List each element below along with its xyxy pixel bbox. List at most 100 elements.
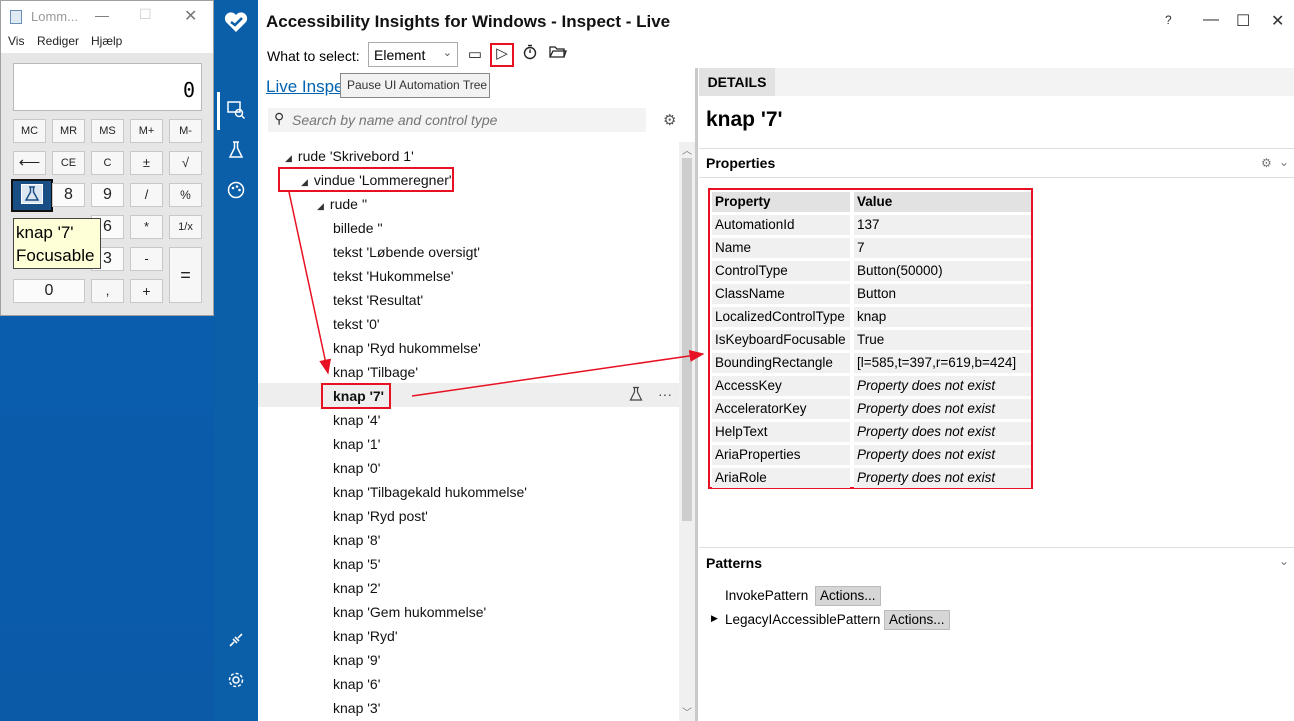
key-7-highlighted[interactable]	[11, 179, 53, 212]
tree-item[interactable]: knap '1'	[333, 432, 380, 456]
tree-expander-icon[interactable]: ◢	[285, 153, 292, 163]
key-multiply[interactable]: *	[130, 215, 163, 239]
key-mc[interactable]: MC	[13, 119, 46, 143]
key-equals[interactable]: =	[169, 247, 202, 303]
invoke-actions-button[interactable]: Actions...	[815, 586, 881, 606]
key-m-minus[interactable]: M-	[169, 119, 202, 143]
menu-rediger[interactable]: Rediger	[37, 34, 79, 48]
tree-item[interactable]: knap '9'	[333, 648, 380, 672]
key-mr[interactable]: MR	[52, 119, 85, 143]
key-reciprocal[interactable]: 1/x	[169, 215, 202, 239]
row-more-icon[interactable]: ···	[658, 386, 672, 402]
property-row[interactable]: ClassName Button	[712, 283, 1031, 304]
tree-item[interactable]: knap 'Tilbagekald hukommelse'	[333, 480, 527, 504]
tree-scrollbar[interactable]: ︿ ﹀	[679, 142, 695, 721]
chevron-down-icon[interactable]: ⌄	[1279, 155, 1289, 169]
property-row[interactable]: AutomationId 137	[712, 214, 1031, 235]
property-row[interactable]: BoundingRectangle [l=585,t=397,r=619,b=42…	[712, 352, 1031, 373]
tree-item[interactable]: billede ''	[333, 216, 383, 240]
expand-arrow-icon[interactable]: ▶	[711, 613, 718, 624]
open-folder-icon[interactable]	[547, 44, 569, 66]
property-row[interactable]: AcceleratorKey Property does not exist	[712, 398, 1031, 419]
tree-item[interactable]: knap '2'	[333, 576, 380, 600]
maximize-icon[interactable]: ☐	[139, 6, 152, 23]
close-icon[interactable]: ✕	[1271, 11, 1284, 31]
settings-gear-icon[interactable]	[214, 670, 258, 695]
tree-expander-icon[interactable]: ◢	[317, 201, 324, 211]
key-ms[interactable]: MS	[91, 119, 124, 143]
tree-item[interactable]: knap 'Ryd'	[333, 624, 398, 648]
minimize-icon[interactable]: —	[1203, 11, 1219, 29]
patterns-section-header[interactable]: Patterns ⌄	[699, 547, 1294, 577]
key-0[interactable]: 0	[13, 279, 85, 303]
tree-settings-gear-icon[interactable]: ⚙	[663, 111, 676, 129]
tree-item[interactable]: knap 'Gem hukommelse'	[333, 600, 486, 624]
tree-item[interactable]: ◢ rude 'Skrivebord 1'	[285, 144, 414, 168]
select-mode-dropdown[interactable]: Element ⌄	[368, 42, 458, 67]
key-backspace[interactable]: ⟵	[13, 151, 46, 175]
property-row[interactable]: LocalizedControlType knap	[712, 306, 1031, 327]
properties-section-header[interactable]: Properties ⚙ ⌄	[699, 148, 1294, 178]
live-inspect-link[interactable]: Live Inspe	[266, 77, 344, 97]
property-row[interactable]: ControlType Button(50000)	[712, 260, 1031, 281]
tree-item[interactable]: knap '3'	[333, 696, 380, 720]
scroll-down-icon[interactable]: ﹀	[682, 704, 692, 719]
scroll-up-icon[interactable]: ︿	[682, 142, 692, 157]
tree-item[interactable]: tekst 'Hukommelse'	[333, 264, 454, 288]
connection-icon[interactable]	[214, 630, 258, 655]
key-sqrt[interactable]: √	[169, 151, 202, 175]
play-icon[interactable]: ▷	[490, 43, 514, 67]
property-row[interactable]: Name 7	[712, 237, 1031, 258]
key-percent[interactable]: %	[169, 183, 202, 207]
tree-scroll-thumb[interactable]	[682, 158, 692, 521]
key-minus[interactable]: -	[130, 247, 163, 271]
test-flask-icon[interactable]	[214, 140, 258, 165]
property-value: Property does not exist	[854, 468, 1031, 488]
timer-icon[interactable]	[519, 44, 541, 66]
tree-item[interactable]: ◢ rude ''	[317, 192, 367, 216]
key-8[interactable]: 8	[52, 183, 85, 207]
tree-item[interactable]: knap 'Tilbage'	[333, 360, 418, 384]
tree-item[interactable]: knap 'Ryd hukommelse'	[333, 336, 481, 360]
tree-item[interactable]: knap '5'	[333, 552, 380, 576]
property-row[interactable]: AccessKey Property does not exist	[712, 375, 1031, 396]
tree-item[interactable]: knap '6'	[333, 672, 380, 696]
close-icon[interactable]: ✕	[184, 6, 197, 26]
menu-vis[interactable]: Vis	[8, 34, 24, 48]
key-divide[interactable]: /	[130, 183, 163, 207]
tree-item[interactable]: tekst 'Resultat'	[333, 288, 423, 312]
menu-hjaelp[interactable]: Hjælp	[91, 34, 122, 48]
search-box[interactable]: ⚲	[268, 108, 646, 132]
tree-item[interactable]: tekst 'Løbende oversigt'	[333, 240, 480, 264]
pane-splitter[interactable]	[695, 68, 698, 721]
window-snapshot-icon[interactable]: ▭	[464, 44, 486, 66]
tree-item[interactable]: knap '4'	[333, 408, 380, 432]
search-input[interactable]	[292, 110, 632, 130]
key-m-plus[interactable]: M+	[130, 119, 163, 143]
tree-item[interactable]: tekst '0'	[333, 312, 380, 336]
key-ce[interactable]: CE	[52, 151, 85, 175]
color-palette-icon[interactable]	[214, 180, 258, 205]
help-icon[interactable]: ?	[1165, 13, 1172, 27]
property-name: AcceleratorKey	[712, 399, 850, 419]
legacy-actions-button[interactable]: Actions...	[884, 610, 950, 630]
key-plus[interactable]: +	[130, 279, 163, 303]
minimize-icon[interactable]: —	[95, 7, 109, 23]
key-plus-minus[interactable]: ±	[130, 151, 163, 175]
chevron-down-icon[interactable]: ⌄	[1279, 554, 1289, 568]
row-test-flask-icon[interactable]	[629, 386, 643, 405]
property-row[interactable]: IsKeyboardFocusable True	[712, 329, 1031, 350]
key-c[interactable]: C	[91, 151, 124, 175]
tree-item[interactable]: knap '0'	[333, 456, 380, 480]
tab-details[interactable]: DETAILS	[699, 68, 775, 96]
maximize-icon[interactable]: ☐	[1236, 11, 1250, 31]
tree-item[interactable]: knap 'Ryd post'	[333, 504, 428, 528]
key-9[interactable]: 9	[91, 183, 124, 207]
key-comma[interactable]: ,	[91, 279, 124, 303]
property-row[interactable]: AriaProperties Property does not exist	[712, 444, 1031, 465]
properties-settings-gear-icon[interactable]: ⚙	[1261, 156, 1272, 170]
inspect-icon[interactable]	[214, 100, 258, 125]
tree-item[interactable]: knap '8'	[333, 528, 380, 552]
property-row[interactable]: AriaRole Property does not exist	[712, 467, 1031, 488]
property-row[interactable]: HelpText Property does not exist	[712, 421, 1031, 442]
